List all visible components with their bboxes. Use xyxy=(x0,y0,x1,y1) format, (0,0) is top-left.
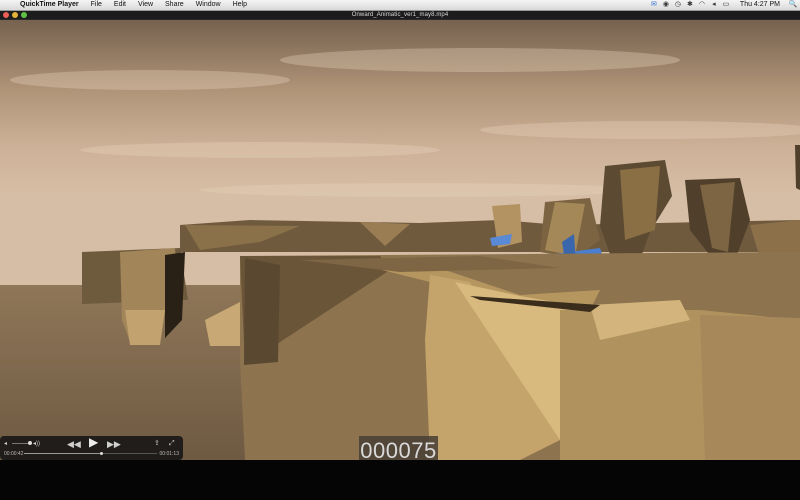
timemachine-icon[interactable]: ◷ xyxy=(672,0,684,10)
rewind-button[interactable]: ◀◀ xyxy=(67,439,81,449)
wifi-icon[interactable]: ◠ xyxy=(696,0,708,10)
bluetooth-icon[interactable]: ✱ xyxy=(684,0,696,10)
status-area: ✉ ◉ ◷ ✱ ◠ ◂ ▭ Thu 4:27 PM 🔍 xyxy=(648,0,800,10)
window-titlebar[interactable]: Onward_Animatic_ver1_may8.mp4 xyxy=(0,11,800,20)
volume-icon[interactable]: ◉ xyxy=(660,0,672,10)
spotlight-icon[interactable]: 🔍 xyxy=(786,0,800,10)
scrubber-playhead[interactable] xyxy=(100,452,104,455)
mail-icon[interactable]: ✉ xyxy=(648,0,660,10)
remaining-time: 00:01:13 xyxy=(159,451,179,457)
playback-controller[interactable]: ◂ ◂)) ◀◀ ▶ ▶▶ ⇪ ⤢ 00:00:42 00:01:13 xyxy=(0,436,183,460)
menu-share[interactable]: Share xyxy=(159,0,190,10)
menu-view[interactable]: View xyxy=(132,0,159,10)
window-title: Onward_Animatic_ver1_may8.mp4 xyxy=(351,12,449,18)
scrubber-track[interactable] xyxy=(24,452,157,455)
menu-window[interactable]: Window xyxy=(190,0,227,10)
menu-edit[interactable]: Edit xyxy=(108,0,132,10)
menu-quicktime-player[interactable]: QuickTime Player xyxy=(16,0,85,10)
menubar-clock[interactable]: Thu 4:27 PM xyxy=(732,0,786,10)
menu-bar: QuickTime Player File Edit View Share Wi… xyxy=(0,0,800,11)
battery-icon[interactable]: ▭ xyxy=(720,0,732,10)
menu-help[interactable]: Help xyxy=(227,0,253,10)
fast-forward-button[interactable]: ▶▶ xyxy=(107,439,121,449)
fullscreen-button[interactable]: ⤢ xyxy=(169,439,175,449)
video-scene xyxy=(0,20,800,460)
volume-knob[interactable] xyxy=(28,441,32,445)
video-frame[interactable]: 000075 xyxy=(0,20,800,460)
sound-icon[interactable]: ◂ xyxy=(708,0,720,10)
volume-up-icon[interactable]: ◂)) xyxy=(33,439,40,449)
volume-down-icon[interactable]: ◂ xyxy=(4,439,7,449)
share-button[interactable]: ⇪ xyxy=(154,439,160,449)
frame-counter: 000075 xyxy=(359,436,438,460)
volume-slider[interactable] xyxy=(12,443,29,444)
play-button[interactable]: ▶ xyxy=(89,436,98,448)
letterbox-bottom xyxy=(0,460,800,500)
scrubber-fill xyxy=(24,453,102,454)
elapsed-time: 00:00:42 xyxy=(4,451,24,457)
menu-file[interactable]: File xyxy=(85,0,108,10)
